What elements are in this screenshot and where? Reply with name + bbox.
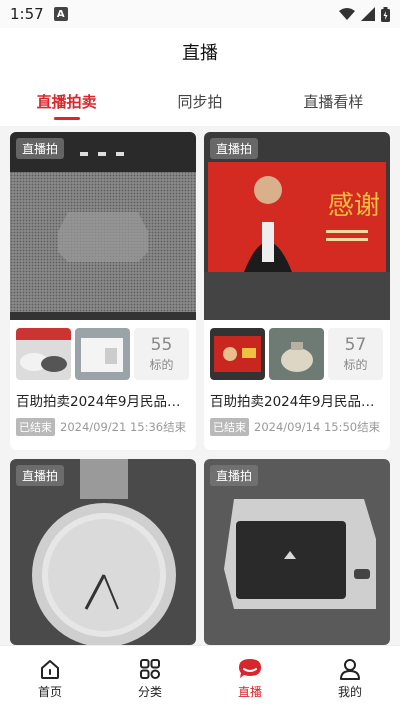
nav-live[interactable]: 直播 (200, 646, 300, 711)
bottom-nav: 首页 分类 直播 我的 (0, 645, 400, 711)
card-thumbnails: 57 标的 (210, 328, 383, 380)
thumbnail-shoes (16, 328, 71, 380)
tab-live-preview[interactable]: 直播看样 (267, 76, 400, 126)
lot-count: 57 (344, 335, 367, 355)
status-badge: 已结束 (210, 418, 249, 436)
tab-sync-auction[interactable]: 同步拍 (133, 76, 266, 126)
battery-icon (381, 6, 390, 22)
status-bar: 1:57 A (0, 0, 400, 28)
tab-live-auction[interactable]: 直播拍卖 (0, 76, 133, 126)
live-badge: 直播拍 (210, 138, 259, 159)
home-icon (41, 659, 59, 679)
lot-count-box: 55 标的 (134, 328, 189, 380)
nav-label: 首页 (37, 684, 62, 699)
page-title: 直播 (182, 43, 218, 64)
tab-active-indicator (53, 117, 80, 120)
card-image-watch: 直播拍 (10, 459, 196, 645)
end-time: 2024/09/21 15:36结束 (60, 420, 187, 434)
lot-count-box: 57 标的 (328, 328, 383, 380)
nav-home[interactable]: 首页 (0, 646, 100, 711)
card-meta: 已结束 2024/09/21 15:36结束 (16, 418, 186, 436)
profile-icon (340, 658, 360, 680)
end-time: 2024/09/14 15:50结束 (254, 420, 381, 434)
header: 直播 (0, 28, 400, 76)
card-meta: 已结束 2024/09/14 15:50结束 (210, 418, 380, 436)
lot-count-label: 标的 (149, 358, 174, 372)
nav-category[interactable]: 分类 (100, 646, 200, 711)
thumbnail-red-box (210, 328, 265, 380)
live-badge: 直播拍 (16, 138, 65, 159)
auction-card[interactable]: 直播拍 (204, 459, 390, 645)
nav-label: 分类 (137, 684, 162, 699)
tab-label: 直播拍卖 (36, 92, 97, 111)
card-title: 百助拍卖2024年9月民品… (210, 394, 375, 410)
wifi-icon (339, 8, 355, 20)
nav-label: 直播 (237, 684, 262, 699)
thumbnail-box (75, 328, 130, 380)
category-icon (140, 658, 161, 679)
status-icons (339, 6, 390, 22)
card-thumbnails: 55 标的 (16, 328, 189, 380)
lot-count: 55 (150, 335, 173, 355)
lot-count-label: 标的 (343, 358, 368, 372)
status-time: 1:57 (10, 5, 44, 23)
card-image-poster: 感谢 直播拍 (204, 132, 390, 320)
tab-label: 同步拍 (177, 92, 223, 111)
live-badge: 直播拍 (16, 465, 65, 486)
tab-bar: 直播拍卖 同步拍 直播看样 (0, 76, 400, 126)
live-icon (239, 658, 261, 678)
notification-icon: A (53, 7, 68, 21)
card-image-speaker: 直播拍 (10, 132, 196, 320)
auction-card[interactable]: 直播拍 55 标的 百助拍卖2024年9月民品… 已结束 2024/09/21 … (10, 132, 196, 450)
signal-icon (361, 7, 375, 21)
thumbnail-teapot (269, 328, 324, 380)
card-title: 百助拍卖2024年9月民品… (16, 394, 181, 410)
poster-calligraphy: 感谢 (328, 191, 380, 221)
live-badge: 直播拍 (210, 465, 259, 486)
status-badge: 已结束 (16, 418, 55, 436)
nav-label: 我的 (337, 684, 362, 699)
auction-card[interactable]: 直播拍 (10, 459, 196, 645)
card-image-projector: 直播拍 (204, 459, 390, 645)
nav-profile[interactable]: 我的 (300, 646, 400, 711)
tab-label: 直播看样 (303, 92, 364, 111)
auction-card[interactable]: 感谢 直播拍 57 标的 百助拍卖2024年9月民品… 已结束 2024/09/… (204, 132, 390, 450)
